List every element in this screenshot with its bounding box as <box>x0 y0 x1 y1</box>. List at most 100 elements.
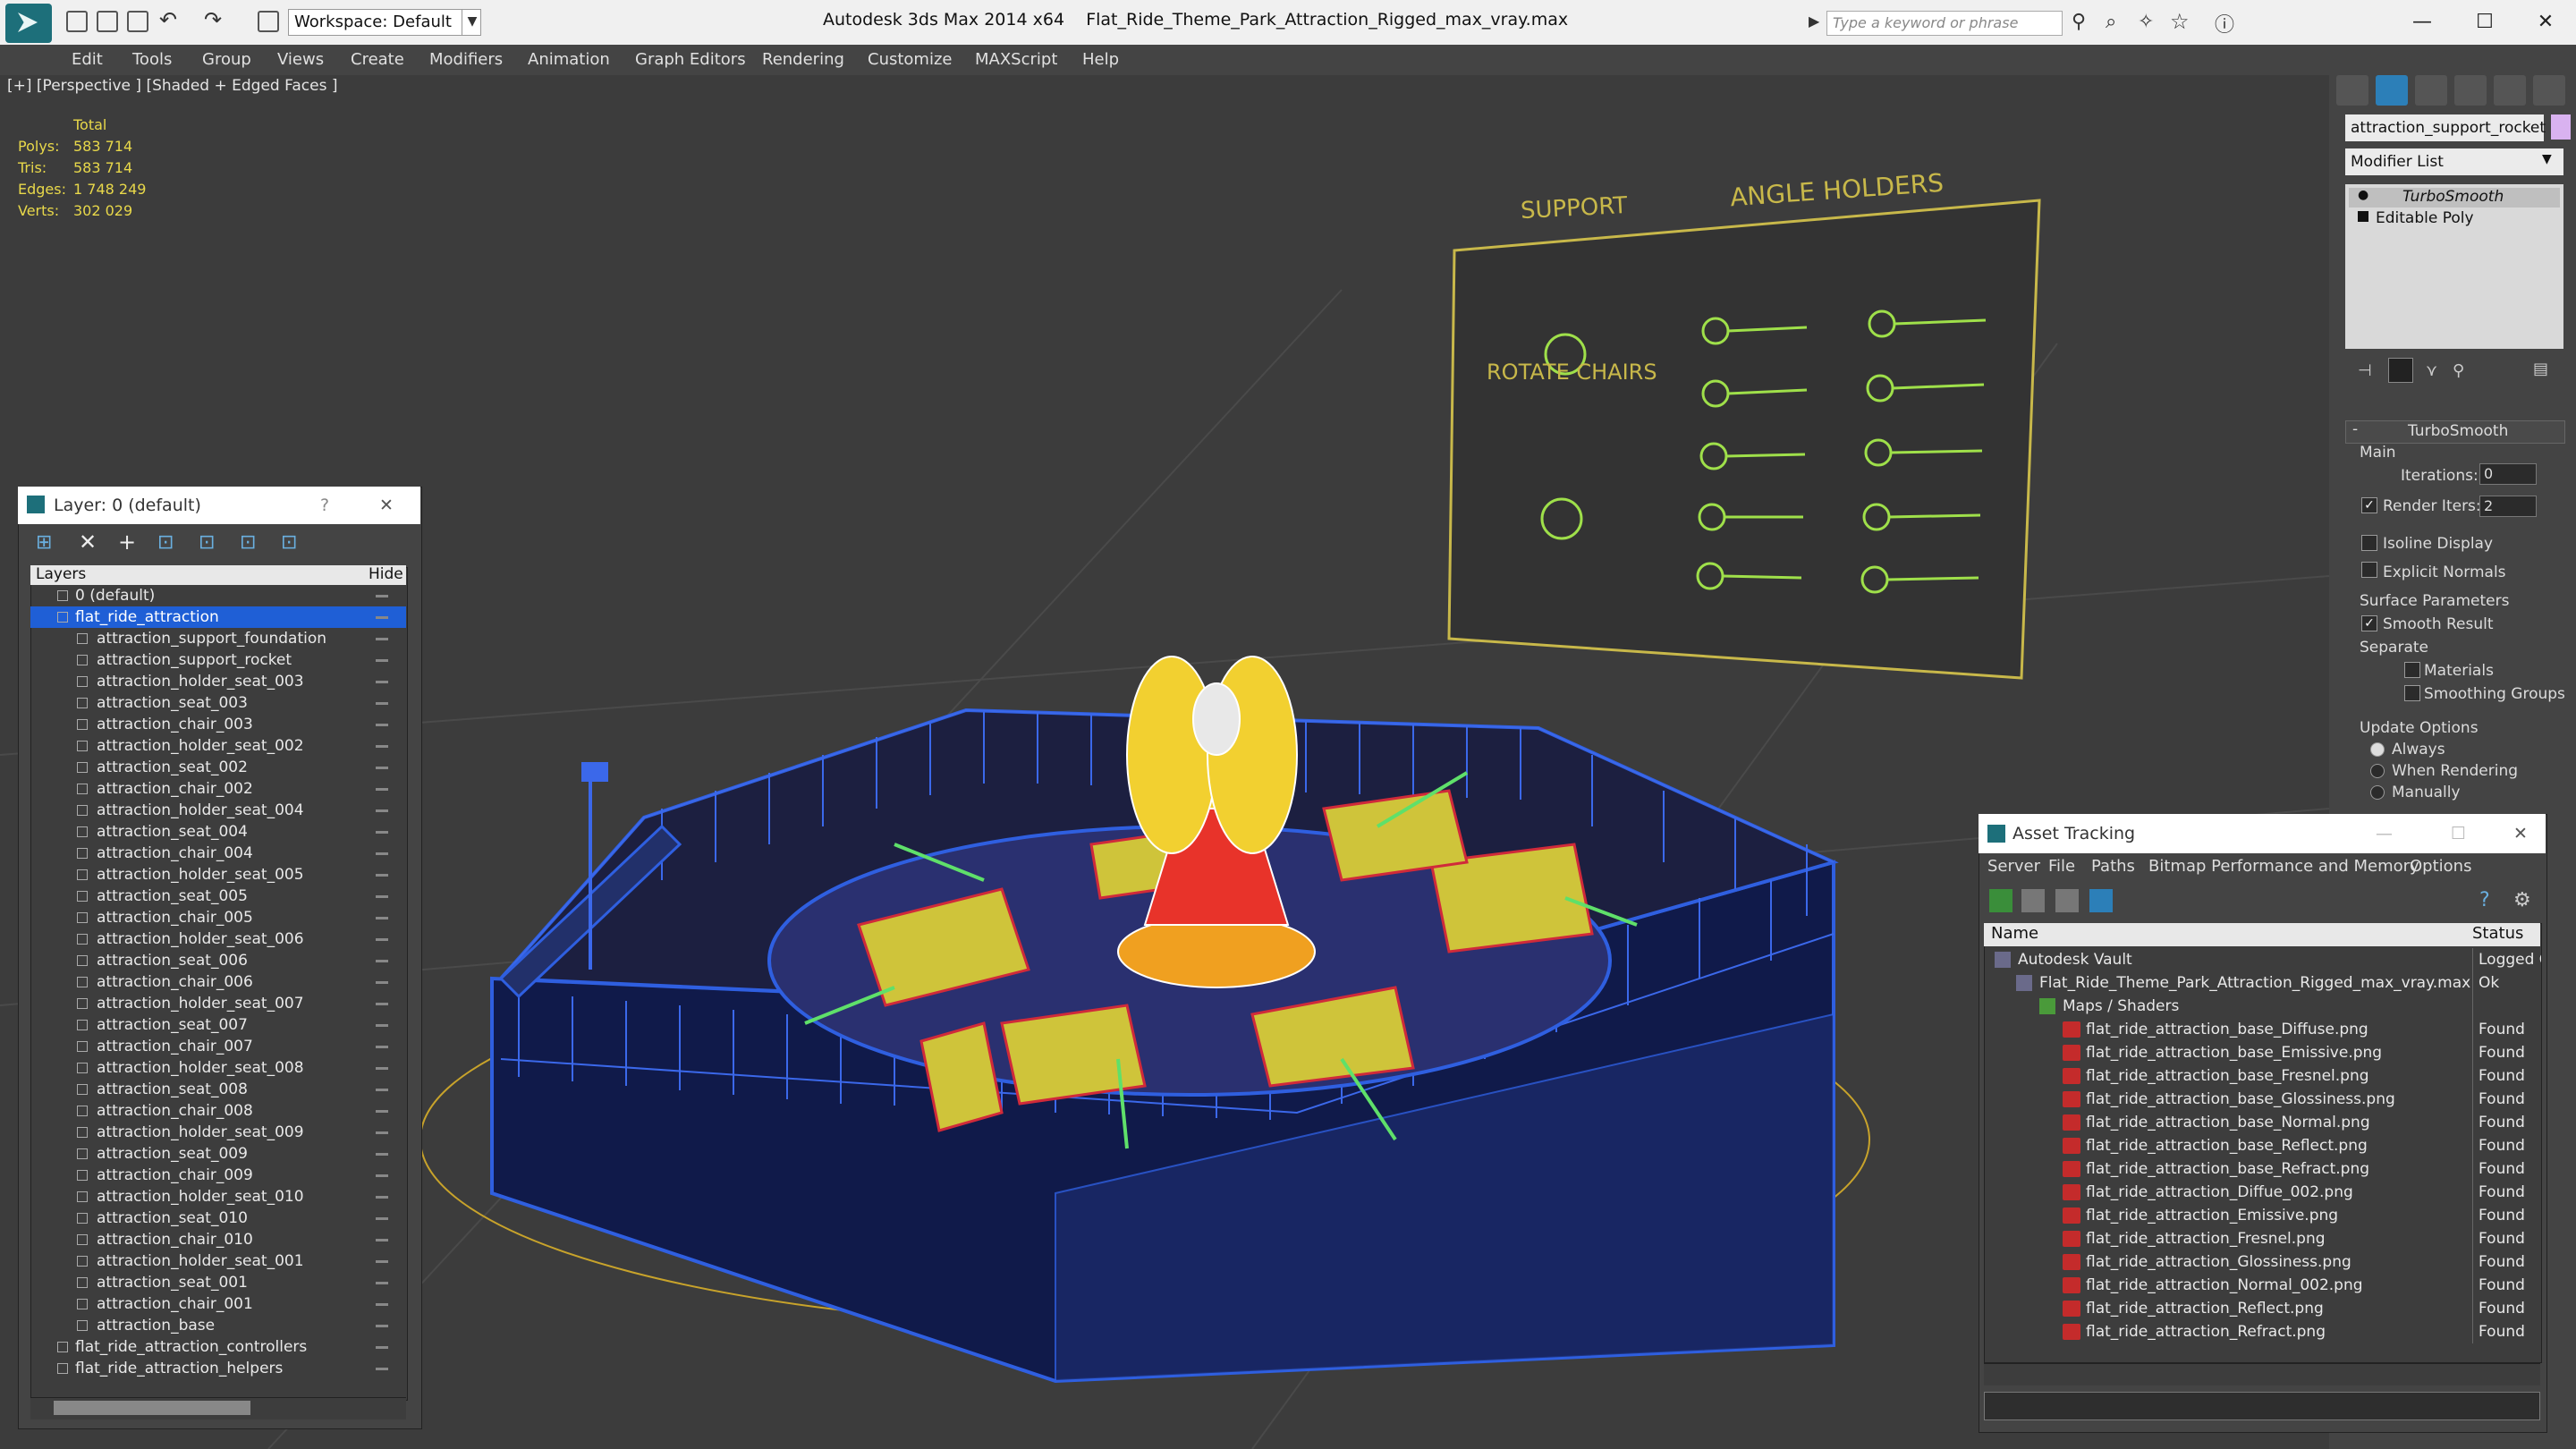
asset-row[interactable]: flat_ride_attraction_base_Normal.png Foun… <box>1984 1111 2540 1134</box>
undo-icon[interactable]: ↶ <box>159 7 177 32</box>
hide-toggle[interactable] <box>376 659 388 662</box>
layer-row[interactable]: attraction_chair_008 <box>30 1100 406 1122</box>
col-layers[interactable]: Layers <box>36 565 86 583</box>
hide-toggle[interactable] <box>376 702 388 705</box>
layer-row[interactable]: flat_ride_attraction_controllers <box>30 1336 406 1358</box>
hide-toggle[interactable] <box>376 788 388 791</box>
configure-sets-icon[interactable]: ▤ <box>2533 360 2548 378</box>
expand-icon[interactable] <box>2358 211 2368 222</box>
menu-maxscript[interactable]: MAXScript <box>975 50 1057 69</box>
hide-toggle[interactable] <box>376 1153 388 1156</box>
layer-row[interactable]: attraction_seat_006 <box>30 950 406 971</box>
layer-row[interactable]: attraction_chair_005 <box>30 907 406 928</box>
help-button[interactable]: ? <box>320 487 329 524</box>
display-tab-icon[interactable] <box>2494 75 2526 106</box>
asset-menu-file[interactable]: File <box>2048 857 2075 876</box>
open-file-icon[interactable] <box>97 11 118 32</box>
materials-checkbox[interactable] <box>2404 662 2420 678</box>
hide-toggle[interactable] <box>376 1067 388 1070</box>
chevron-down-icon[interactable]: ▼ <box>2542 152 2552 166</box>
close-button[interactable]: ✕ <box>2521 7 2571 38</box>
isoline-checkbox[interactable] <box>2361 535 2377 551</box>
layer-row[interactable]: attraction_seat_008 <box>30 1079 406 1100</box>
hide-toggle[interactable] <box>376 1368 388 1370</box>
asset-menu-options[interactable]: Options <box>2410 857 2471 876</box>
binoculars-icon[interactable]: ⚲ <box>2072 11 2086 33</box>
layer-row[interactable]: attraction_holder_seat_002 <box>30 735 406 757</box>
object-color-swatch[interactable] <box>2551 114 2571 140</box>
hide-toggle[interactable] <box>376 595 388 597</box>
maximize-button[interactable]: ☐ <box>2451 814 2466 853</box>
menu-views[interactable]: Views <box>277 50 324 69</box>
hide-toggle[interactable] <box>376 938 388 941</box>
refresh-icon[interactable] <box>1989 889 2012 912</box>
menu-create[interactable]: Create <box>351 50 404 69</box>
explicit-normals-checkbox[interactable] <box>2361 562 2377 578</box>
layer-row[interactable]: attraction_holder_seat_006 <box>30 928 406 950</box>
asset-horizontal-scrollbar[interactable] <box>1984 1363 2540 1385</box>
hide-toggle[interactable] <box>376 638 388 640</box>
smoothing-groups-checkbox[interactable] <box>2404 685 2420 701</box>
layer-row[interactable]: attraction_support_rocket <box>30 649 406 671</box>
layer-row[interactable]: attraction_chair_003 <box>30 714 406 735</box>
workspace-dropdown[interactable]: Workspace: Default <box>288 9 481 36</box>
layer-row[interactable]: attraction_holder_seat_003 <box>30 671 406 692</box>
hide-toggle[interactable] <box>376 874 388 877</box>
motion-tab-icon[interactable] <box>2454 75 2487 106</box>
hide-toggle[interactable] <box>376 1239 388 1241</box>
layer-row[interactable]: attraction_holder_seat_005 <box>30 864 406 886</box>
layer-row[interactable]: attraction_seat_010 <box>30 1208 406 1229</box>
select-objects-icon[interactable]: ⊡ <box>157 531 174 554</box>
layer-row[interactable]: attraction_chair_004 <box>30 843 406 864</box>
layer-row[interactable]: attraction_holder_seat_009 <box>30 1122 406 1143</box>
chevron-down-icon[interactable]: ▼ <box>462 9 482 36</box>
thumbnail-view-icon[interactable] <box>2055 889 2079 912</box>
communication-center-icon[interactable]: ✧ <box>2138 11 2154 33</box>
asset-path-field[interactable] <box>1984 1392 2540 1420</box>
render-iters-spinner[interactable]: 2 <box>2479 496 2537 517</box>
delete-layer-icon[interactable]: ✕ <box>79 530 97 555</box>
hide-toggle[interactable] <box>376 1174 388 1177</box>
hide-all-icon[interactable]: ⊡ <box>240 531 256 554</box>
layer-row[interactable]: attraction_holder_seat_007 <box>30 993 406 1014</box>
layer-row[interactable]: attraction_seat_002 <box>30 757 406 778</box>
hide-toggle[interactable] <box>376 1003 388 1005</box>
layer-row[interactable]: attraction_seat_004 <box>30 821 406 843</box>
lightbulb-icon[interactable]: ● <box>2358 188 2368 202</box>
layer-row[interactable]: attraction_holder_seat_001 <box>30 1250 406 1272</box>
asset-row[interactable]: flat_ride_attraction_base_Refract.png Fou… <box>1984 1157 2540 1181</box>
hide-toggle[interactable] <box>376 767 388 769</box>
search-icon[interactable]: ⌕ <box>2106 11 2116 33</box>
add-to-layer-icon[interactable]: + <box>118 530 136 555</box>
app-logo-icon[interactable] <box>5 4 52 43</box>
layer-row[interactable]: attraction_seat_007 <box>30 1014 406 1036</box>
settings-icon[interactable]: ⚙ <box>2513 889 2531 911</box>
hide-toggle[interactable] <box>376 1346 388 1349</box>
asset-row[interactable]: flat_ride_attraction_Fresnel.png Found <box>1984 1227 2540 1250</box>
search-input[interactable]: Type a keyword or phrase <box>1826 11 2063 36</box>
layer-scroll-thumb[interactable] <box>54 1401 250 1415</box>
menu-customize[interactable]: Customize <box>868 50 952 69</box>
asset-row[interactable]: flat_ride_attraction_base_Fresnel.png Fou… <box>1984 1064 2540 1088</box>
viewport-label[interactable]: [+] [Perspective ] [Shaded + Edged Faces… <box>7 77 337 95</box>
layer-row[interactable]: attraction_chair_006 <box>30 971 406 993</box>
modify-tab-icon[interactable] <box>2376 75 2408 106</box>
asset-row[interactable]: flat_ride_attraction_base_Glossiness.png… <box>1984 1088 2540 1111</box>
modifier-list-dropdown[interactable]: Modifier List <box>2345 148 2563 175</box>
hide-toggle[interactable] <box>376 616 388 619</box>
hide-toggle[interactable] <box>376 1303 388 1306</box>
rollout-collapse-icon[interactable]: - <box>2352 420 2358 438</box>
layer-row[interactable]: attraction_holder_seat_010 <box>30 1186 406 1208</box>
hide-toggle[interactable] <box>376 809 388 812</box>
asset-row[interactable]: flat_ride_attraction_base_Reflect.png Fou… <box>1984 1134 2540 1157</box>
highlight-layer-icon[interactable]: ⊡ <box>199 531 215 554</box>
asset-row[interactable]: flat_ride_attraction_Refract.png Found <box>1984 1320 2540 1343</box>
asset-row[interactable]: flat_ride_attraction_Glossiness.png Found <box>1984 1250 2540 1274</box>
freeze-all-icon[interactable]: ⊡ <box>281 531 297 554</box>
hide-toggle[interactable] <box>376 1196 388 1199</box>
favorites-star-icon[interactable]: ☆ <box>2170 9 2190 34</box>
hierarchy-tab-icon[interactable] <box>2415 75 2447 106</box>
hide-toggle[interactable] <box>376 1089 388 1091</box>
layer-row[interactable]: attraction_chair_001 <box>30 1293 406 1315</box>
search-expand-icon[interactable]: ▶ <box>1809 13 1819 30</box>
